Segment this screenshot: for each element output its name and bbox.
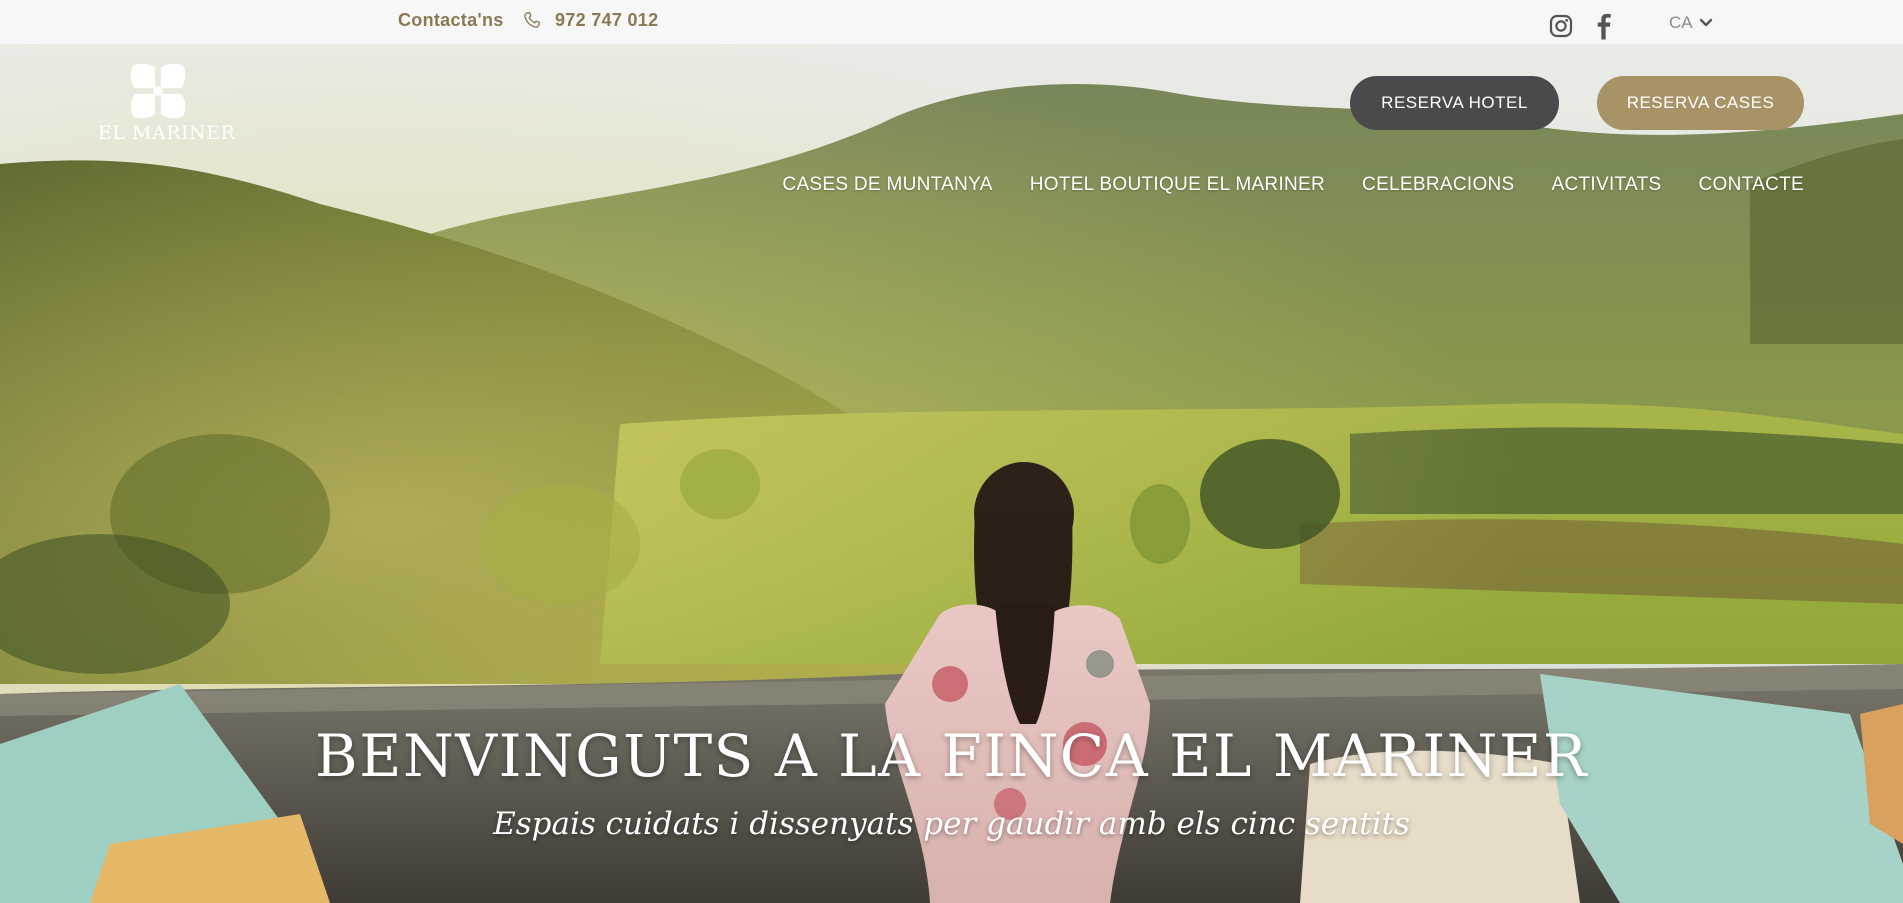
reserva-cases-button[interactable]: RESERVA CASES <box>1597 76 1804 130</box>
reserva-hotel-button[interactable]: RESERVA HOTEL <box>1350 76 1559 130</box>
instagram-icon[interactable] <box>1549 14 1573 38</box>
contact-label[interactable]: Contacta'ns <box>398 10 504 31</box>
phone-number[interactable]: 972 747 012 <box>555 10 658 31</box>
top-contact-bar: Contacta'ns 972 747 012 CA <box>0 0 1903 44</box>
main-navigation: CASES DE MUNTANYA HOTEL BOUTIQUE EL MARI… <box>782 174 1804 196</box>
nav-item-contacte[interactable]: CONTACTE <box>1699 174 1805 196</box>
nav-item-celebracions[interactable]: CELEBRACIONS <box>1362 174 1514 196</box>
language-label: CA <box>1669 13 1693 32</box>
facebook-icon[interactable] <box>1593 13 1615 40</box>
logo-text: EL MARINER <box>98 122 236 144</box>
nav-item-cases-de-muntanya[interactable]: CASES DE MUNTANYA <box>782 174 992 196</box>
hero-title: BENVINGUTS A LA FINCA EL MARINER <box>315 722 1588 790</box>
logo-flower-icon <box>130 63 186 119</box>
nav-item-activitats[interactable]: ACTIVITATS <box>1552 174 1662 196</box>
nav-item-hotel-boutique[interactable]: HOTEL BOUTIQUE EL MARINER <box>1030 174 1325 196</box>
site-logo[interactable]: EL MARINER <box>98 62 236 152</box>
hero-subtitle: Espais cuidats i dissenyats per gaudir a… <box>493 806 1410 842</box>
chevron-down-icon <box>1699 18 1712 27</box>
language-selector[interactable]: CA <box>1669 13 1713 33</box>
phone-icon[interactable] <box>522 10 542 30</box>
